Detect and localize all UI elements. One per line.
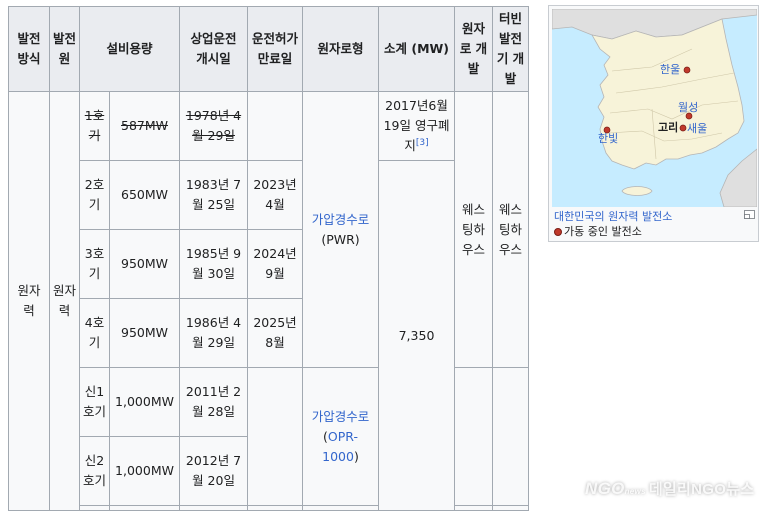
cell-start-date: 2011년 2월 28일 [179, 367, 249, 437]
cell-expiry: 2025년 8월 [247, 298, 304, 368]
reactor-opr-type-link[interactable]: 가압경수로 [312, 409, 370, 424]
cell-unit: 신2호기 [79, 436, 110, 506]
cell-capacity: 1,000MW [108, 367, 181, 437]
cell-turbine-developer-empty [492, 367, 530, 506]
table-row: 원자력 원자력 1호기 587MW 1978년 4월 29일 가압경수로 (PW… [8, 91, 530, 511]
header-method: 발전방식 [8, 6, 50, 92]
saeul-dot [679, 124, 687, 132]
cell-reactor-developer: 웨스팅하우스 [454, 91, 494, 368]
cell-unit: 신1호기 [79, 367, 110, 437]
cell-start-date: 1986년 4월 29일 [179, 298, 249, 368]
jeju-island [621, 186, 653, 196]
cell-reactor-opr: 가압경수로 (OPR-1000) [302, 367, 380, 506]
reactor-pwr-link[interactable]: 가압경수로 [312, 212, 370, 227]
power-plant-table: 발전방식 발전원 설비용량 상업운전 개시일 운전허가만료일 원자로형 소계 (… [8, 6, 530, 511]
wolseong-label: 월성 [678, 101, 698, 114]
cell-turbine-developer: 웨스팅하우스 [492, 91, 530, 368]
korea-nuclear-map[interactable]: 한울 월성 새울 고리 한빛 [552, 9, 757, 207]
cell-start-date: 1985년 9월 30일 [179, 229, 249, 299]
map-infobox: 한울 월성 새울 고리 한빛 대한민국의 원자력 발전소 가동 중인 발전소 [548, 5, 759, 242]
cell-reactor-developer-empty [454, 367, 494, 506]
header-capacity: 설비용량 [78, 6, 181, 92]
hanbit-label: 한빛 [598, 132, 618, 145]
cell-capacity: 1,000MW [108, 436, 181, 506]
kori-label: 고리 [658, 120, 678, 134]
cell-unit: 2호기 [79, 160, 110, 230]
watermark-logo: NGO [585, 479, 625, 498]
hanul-label: 한울 [660, 63, 680, 76]
table-row: 2호기 650MW 1983년 7월 25일 2023년 4월 7,350 [9, 160, 529, 511]
reference-link[interactable]: [3] [416, 138, 429, 148]
watermark-logo-sub: news [624, 487, 646, 496]
cell-reactor-pwr: 가압경수로 (PWR) [302, 91, 380, 368]
cell-unit: 3호기 [79, 229, 110, 299]
cell-capacity: 950MW [108, 298, 181, 368]
opr1000-link[interactable]: OPR-1000 [322, 429, 358, 464]
legend-dot-icon [554, 228, 562, 236]
hanul-dot [683, 66, 691, 74]
cell-unit1-status: 2017년6월 19일 영구폐지[3] [378, 91, 456, 161]
cell-method: 원자력 [8, 91, 50, 511]
saeul-label: 새울 [687, 122, 707, 135]
paren-close: ) [353, 448, 359, 464]
cell-capacity: 650MW [108, 160, 181, 230]
header-start-date: 상업운전 개시일 [179, 6, 249, 92]
cell-expiry [247, 91, 304, 161]
cell-start-date: 1983년 7월 25일 [179, 160, 249, 230]
header-reactor-developer: 원자로 개발 [454, 6, 494, 92]
watermark: NGOnews 데일리NGO뉴스 [585, 474, 760, 504]
cell-expiry: 2023년 4월 [247, 160, 304, 230]
header-source: 발전원 [49, 6, 80, 92]
cell-subtotal: 7,350 [378, 160, 456, 511]
map-caption-link[interactable]: 대한민국의 원자력 발전소 [554, 210, 672, 223]
cell-start-date: 1978년 4월 29일 [179, 91, 249, 161]
watermark-text: 데일리NGO뉴스 [648, 481, 755, 498]
cell-source: 원자력 [49, 91, 80, 511]
cell-expiry [247, 367, 304, 506]
cell-unit: 1호기 [79, 91, 110, 161]
cell-capacity: 950MW [108, 229, 181, 299]
map-caption: 대한민국의 원자력 발전소 가동 중인 발전소 [554, 209, 752, 239]
cell-start-date: 2012년 7월 20일 [179, 436, 249, 506]
header-reactor-type: 원자로형 [302, 6, 380, 92]
cell-expiry: 2024년 9월 [247, 229, 304, 299]
map-legend-text: 가동 중인 발전소 [564, 225, 642, 238]
header-turbine-developer: 터빈발전기 개발 [492, 6, 530, 92]
header-license-expiry: 운전허가만료일 [247, 6, 304, 92]
header-subtotal: 소계 (MW) [378, 6, 456, 92]
cell-unit: 4호기 [79, 298, 110, 368]
reactor-pwr-abbr: (PWR) [321, 231, 360, 247]
cell-capacity: 587MW [108, 91, 181, 161]
